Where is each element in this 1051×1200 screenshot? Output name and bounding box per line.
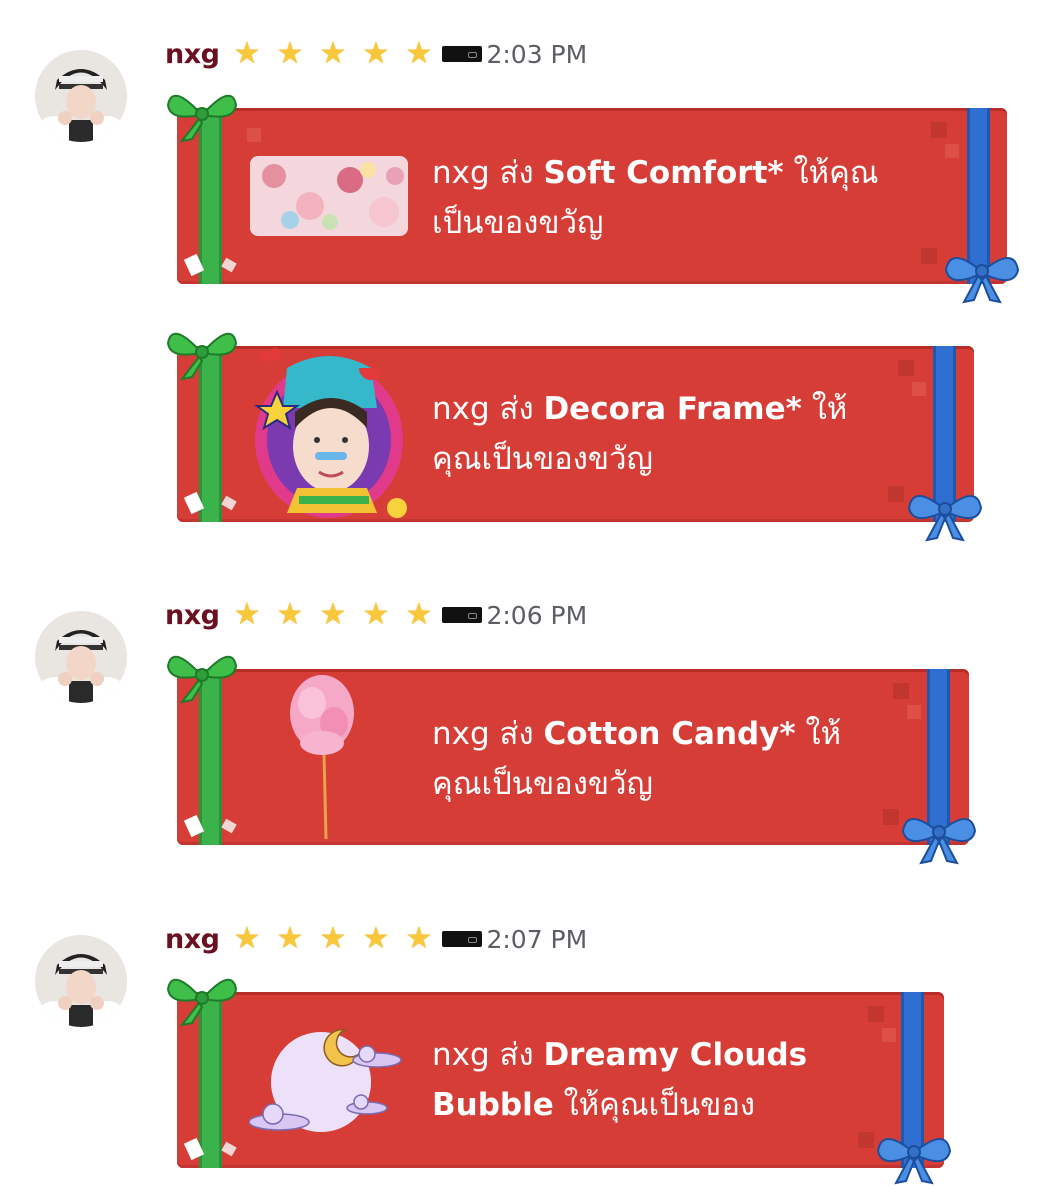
soft-comfort-thumbnail bbox=[250, 156, 408, 236]
green-bow-icon bbox=[166, 94, 238, 143]
user-avatar[interactable] bbox=[35, 935, 127, 1027]
star-badges: ★ ★ ★ ★ ★ bbox=[225, 39, 440, 69]
gift-message: nxg ส่ง Dreamy Clouds Bubble ให้คุณเป็นข… bbox=[432, 1037, 808, 1123]
star-icon: ★ bbox=[362, 921, 390, 956]
username[interactable]: nxg bbox=[165, 600, 220, 631]
dreamy-clouds-thumbnail bbox=[249, 1029, 402, 1132]
star-icon: ★ bbox=[319, 921, 347, 956]
username[interactable]: nxg bbox=[165, 39, 220, 70]
green-bow-icon bbox=[166, 332, 238, 381]
username[interactable]: nxg bbox=[165, 924, 220, 955]
star-icon: ★ bbox=[233, 921, 261, 956]
star-icon: ★ bbox=[319, 36, 347, 71]
guild-tag-icon[interactable] bbox=[442, 46, 483, 62]
star-icon: ★ bbox=[405, 36, 433, 71]
star-icon: ★ bbox=[362, 597, 390, 632]
message-header: nxg ★ ★ ★ ★ ★ 2:07 PM bbox=[165, 919, 587, 959]
gift-item-name: Decora Frame* bbox=[543, 391, 802, 427]
gift-card[interactable]: nxg ส่ง Decora Frame* ให้ คุณเป็นของขวัญ bbox=[166, 332, 983, 542]
gift-card[interactable]: nxg ส่ง Cotton Candy* ให้ คุณเป็นของขวัญ bbox=[166, 655, 977, 865]
green-bow-icon bbox=[166, 655, 238, 704]
star-icon: ★ bbox=[405, 597, 433, 632]
gift-item-name-continued: Bubble bbox=[432, 1087, 554, 1123]
green-bow-icon bbox=[166, 978, 238, 1027]
gift-message: nxg ส่ง Decora Frame* ให้ คุณเป็นของขวัญ bbox=[432, 391, 848, 477]
user-avatar[interactable] bbox=[35, 50, 127, 142]
gift-item-name: Dreamy Clouds bbox=[543, 1037, 808, 1073]
gift-item-name: Soft Comfort* bbox=[543, 155, 784, 191]
decora-frame-thumbnail bbox=[253, 348, 407, 518]
gift-card[interactable]: nxg ส่ง Dreamy Clouds Bubble ให้คุณเป็นข… bbox=[166, 978, 952, 1185]
guild-tag-icon[interactable] bbox=[442, 931, 483, 947]
gift-message: nxg ส่ง Cotton Candy* ให้ คุณเป็นของขวัญ bbox=[432, 716, 842, 802]
star-icon: ★ bbox=[233, 36, 261, 71]
timestamp: 2:07 PM bbox=[486, 924, 588, 954]
cotton-candy-thumbnail bbox=[290, 675, 354, 840]
gift-message: nxg ส่ง Soft Comfort* ให้คุณ เป็นของขวัญ bbox=[432, 155, 879, 241]
blue-bow-icon bbox=[901, 818, 977, 865]
star-icon: ★ bbox=[405, 921, 433, 956]
star-icon: ★ bbox=[276, 597, 304, 632]
star-icon: ★ bbox=[276, 921, 304, 956]
blue-bow-icon bbox=[944, 257, 1020, 304]
blue-bow-icon bbox=[876, 1138, 952, 1185]
star-badges: ★ ★ ★ ★ ★ bbox=[225, 600, 440, 630]
gift-item-name: Cotton Candy* bbox=[543, 716, 796, 752]
timestamp: 2:06 PM bbox=[486, 600, 588, 630]
timestamp: 2:03 PM bbox=[486, 39, 588, 69]
message-header: nxg ★ ★ ★ ★ ★ 2:03 PM bbox=[165, 34, 587, 74]
guild-tag-icon[interactable] bbox=[442, 607, 483, 623]
star-icon: ★ bbox=[319, 597, 347, 632]
star-badges: ★ ★ ★ ★ ★ bbox=[225, 924, 440, 954]
message-header: nxg ★ ★ ★ ★ ★ 2:06 PM bbox=[165, 595, 587, 635]
gift-card[interactable]: nxg ส่ง Soft Comfort* ให้คุณ เป็นของขวัญ bbox=[166, 94, 1020, 304]
user-avatar[interactable] bbox=[35, 611, 127, 703]
star-icon: ★ bbox=[362, 36, 390, 71]
blue-bow-icon bbox=[907, 495, 983, 542]
star-icon: ★ bbox=[233, 597, 261, 632]
star-icon: ★ bbox=[276, 36, 304, 71]
